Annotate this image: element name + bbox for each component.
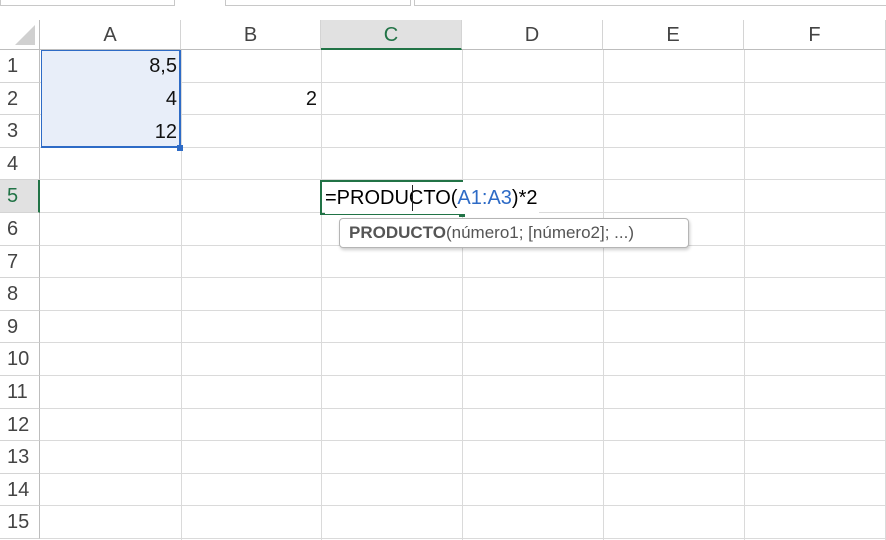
column-gridline: [462, 50, 463, 540]
formula-range-ref: A1:A3: [457, 187, 512, 209]
cell-b2[interactable]: 2: [181, 83, 321, 115]
row-gridline: [40, 309, 886, 311]
row-gridline: [40, 277, 886, 279]
row-gridline: [40, 407, 886, 409]
cell-a2[interactable]: 4: [40, 83, 181, 115]
row-header-15[interactable]: 15: [0, 506, 40, 539]
function-tooltip[interactable]: PRODUCTO(número1; [número2]; ...): [339, 218, 689, 248]
row-header-1[interactable]: 1: [0, 50, 40, 83]
tooltip-function-name[interactable]: PRODUCTO: [349, 223, 446, 242]
column-header-a[interactable]: A: [40, 20, 181, 50]
column-gridline: [603, 50, 604, 540]
row-header-6[interactable]: 6: [0, 213, 40, 246]
toolbar-box: [0, 0, 175, 6]
select-all-corner[interactable]: [0, 20, 40, 50]
text-cursor: [412, 185, 413, 211]
column-header-d[interactable]: D: [462, 20, 603, 50]
row-gridline: [40, 505, 886, 507]
row-gridline: [40, 375, 886, 376]
row-header-10[interactable]: 10: [0, 343, 40, 376]
toolbar-box: [414, 0, 886, 6]
formula-edit-text[interactable]: =PRODUCTO(A1:A3)*2: [325, 182, 540, 214]
row-header-4[interactable]: 4: [0, 147, 40, 181]
toolbar-box: [225, 0, 411, 6]
row-gridline: [40, 440, 886, 442]
row-gridline: [40, 472, 886, 474]
cell-a1[interactable]: 8,5: [40, 50, 181, 82]
row-gridline: [40, 179, 886, 181]
column-header-e[interactable]: E: [603, 20, 744, 50]
row-header-14[interactable]: 14: [0, 473, 40, 507]
column-header-b[interactable]: B: [181, 20, 321, 50]
column-gridline: [181, 50, 182, 540]
row-header-9[interactable]: 9: [0, 310, 40, 344]
row-header-13[interactable]: 13: [0, 441, 40, 474]
row-gridline: [40, 342, 886, 344]
row-gridline: [40, 538, 886, 539]
tooltip-args: (número1; [número2]; ...): [445, 223, 635, 242]
column-header-f[interactable]: F: [744, 20, 886, 50]
column-gridline: [321, 50, 322, 540]
formula-suffix: )*2: [511, 187, 538, 209]
column-header-c[interactable]: C: [321, 20, 462, 50]
row-header-2[interactable]: 2: [0, 82, 40, 116]
row-header-8[interactable]: 8: [0, 278, 40, 311]
row-header-3[interactable]: 3: [0, 115, 40, 148]
row-header-5[interactable]: 5: [0, 180, 40, 213]
row-header-12[interactable]: 12: [0, 408, 40, 442]
column-gridline: [744, 50, 745, 540]
row-header-11[interactable]: 11: [0, 376, 40, 409]
formula-prefix: =PRODUCTO(: [325, 187, 458, 209]
row-header-7[interactable]: 7: [0, 245, 40, 279]
cell-a3[interactable]: 12: [40, 116, 181, 148]
